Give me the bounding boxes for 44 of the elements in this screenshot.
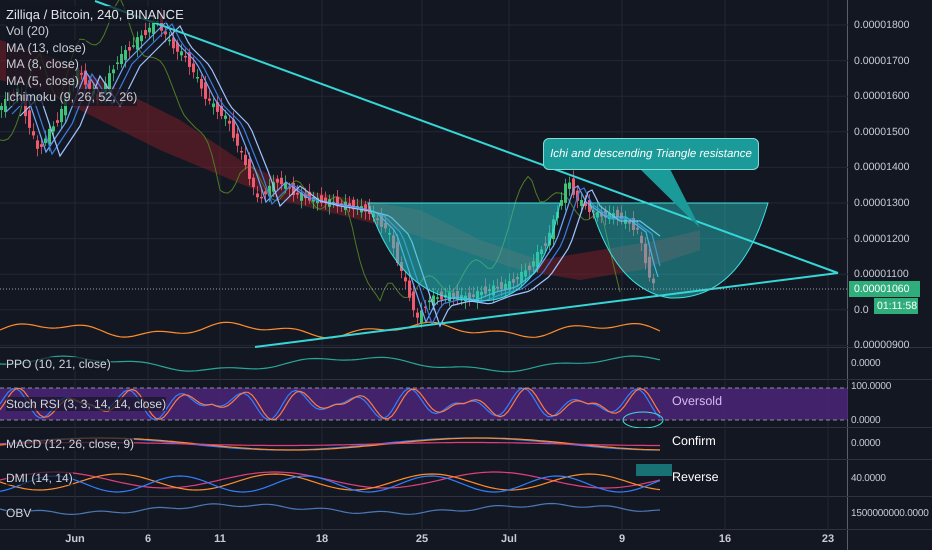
price-tick-label: 0.00001400 [854,160,910,174]
time-label: Jun [65,533,85,545]
annotation-label: Confirm [672,434,716,448]
indicator-legend: Stoch RSI (3, 3, 14, 14, close) [6,396,166,410]
indicator-legend: OBV [6,506,32,520]
price-tick-label: 0.00001200 [854,232,910,246]
time-label: 25 [416,533,428,545]
annotation-label: Oversold [672,394,722,408]
time-label: 9 [618,533,626,545]
callout-note: Ichi and descending Triangle resistance [543,138,759,170]
indicator-legend: MACD (12, 26, close, 9) [6,436,134,450]
scale-label: 1500000000.0000 [851,506,930,520]
scale-label: 100.0000 [851,380,892,393]
indicator-legend: MA (5, close) [6,72,79,89]
highlight-rect [636,464,672,476]
price-tick-label: 0.00000900 [854,338,910,352]
indicator-legend: Vol (20) [6,23,50,40]
time-label: 6 [144,533,152,545]
time-label: 16 [718,533,732,545]
price-tick-label: 0.00001500 [854,124,910,139]
callout-pointer [640,169,700,228]
indicator-legend: MA (8, close) [6,56,79,72]
scale-label: 0.0000 [851,414,882,427]
time-label: 18 [316,533,328,545]
scale-label: 0.0000 [851,437,882,450]
indicator-legend: Ichimoku (9, 26, 52, 26) [6,89,138,106]
price-tick-label: 0.0 [854,302,869,317]
price-tick-label: 0.00001800 [854,18,910,32]
indicator-legend: DMI (14, 14) [6,471,73,485]
indicator-legend: PPO (10, 21, close) [6,356,111,370]
time-label: 11 [214,533,226,545]
scale-label: 0.0000 [851,357,882,370]
indicator-legend: MA (13, close) [6,40,86,56]
annotation-label: Reverse [672,470,719,484]
time-label: 23 [822,533,834,545]
price-tick-label: 0.00001300 [854,196,910,210]
last-price-tag: 0.00001060 [849,281,920,297]
price-tick-label: 0.00001700 [854,54,910,68]
scale-label: 40.0000 [851,472,887,484]
price-tick-label: 0.00001100 [854,267,909,282]
symbol-title: Zilliqa / Bitcoin, 240, BINANCE [6,6,184,23]
time-label: Jul [501,533,517,545]
bar-countdown-tag: 01:11:58 [874,298,918,314]
price-tick-label: 0.00001600 [854,89,910,104]
